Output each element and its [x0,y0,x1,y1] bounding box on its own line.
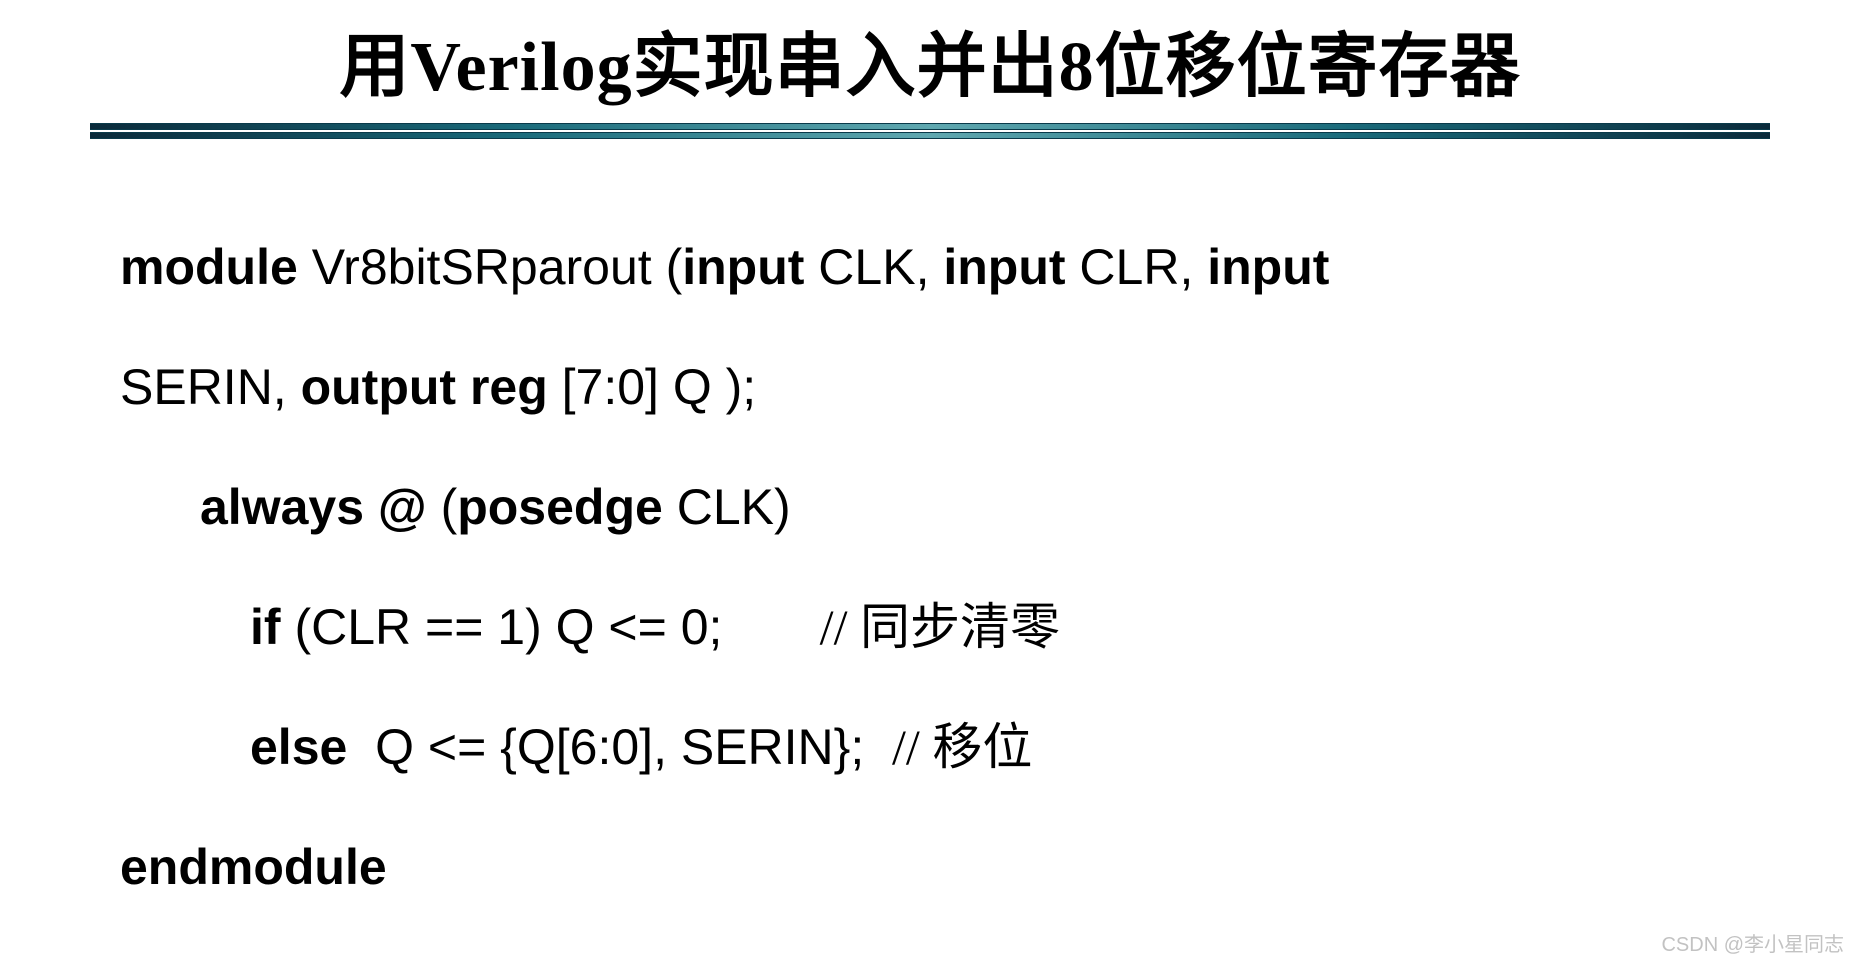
code-line-2: SERIN, output reg [7:0] Q ); [120,327,1780,447]
code-text: CLR, [1066,239,1208,295]
slide-title: 用Verilog实现串入并出8位移位寄存器 [80,10,1780,111]
keyword-endmodule: endmodule [120,839,387,895]
keyword-output-reg: output reg [301,359,548,415]
code-text: Vr8bitSRparout ( [298,239,682,295]
code-text: Q <= {Q[6:0], SERIN}; [347,719,892,775]
keyword-posedge: posedge [457,479,663,535]
keyword-input: input [682,239,804,295]
code-comment: // 同步清零 [820,599,1060,655]
watermark: CSDN @李小星同志 [1661,928,1844,957]
code-text: [7:0] Q ); [548,359,756,415]
keyword-else: else [250,719,347,775]
code-text: (CLR == 1) Q <= 0; [281,599,820,655]
code-line-1: module Vr8bitSRparout (input CLK, input … [120,207,1780,327]
code-line-4: if (CLR == 1) Q <= 0; // 同步清零 [120,567,1780,687]
code-line-3: always @ (posedge CLK) [120,447,1780,567]
code-line-6: endmodule [120,807,1780,927]
code-text: CLK, [804,239,943,295]
code-text: SERIN, [120,359,301,415]
code-text: CLK) [663,479,791,535]
keyword-module: module [120,239,298,295]
keyword-input: input [943,239,1065,295]
slide-container: 用Verilog实现串入并出8位移位寄存器 module Vr8bitSRpar… [0,0,1860,927]
code-comment: // 移位 [892,719,1032,775]
title-divider [90,123,1770,137]
code-line-5: else Q <= {Q[6:0], SERIN}; // 移位 [120,687,1780,807]
keyword-always: always @ [200,479,427,535]
code-text: ( [427,479,458,535]
code-block: module Vr8bitSRparout (input CLK, input … [80,177,1780,927]
keyword-input: input [1207,239,1329,295]
keyword-if: if [250,599,281,655]
